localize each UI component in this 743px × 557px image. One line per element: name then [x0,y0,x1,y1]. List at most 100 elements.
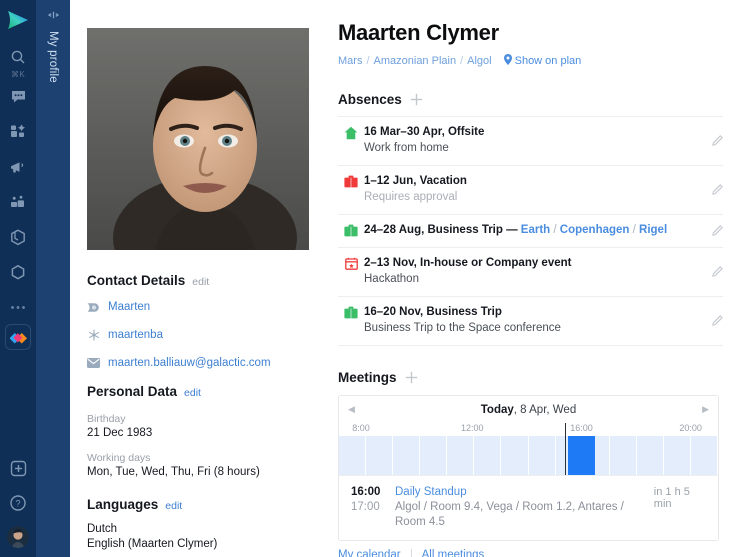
briefcase-icon [338,223,364,237]
app-logo-icon[interactable] [6,9,30,31]
personal-data-edit-link[interactable]: edit [184,387,201,399]
pencil-icon[interactable] [701,315,723,326]
left-nav-rail: ⌘K ? [0,0,36,557]
personal-data-heading: Personal Data edit [87,384,322,399]
timeline-cell[interactable] [691,436,718,475]
calendar-links: My calendar All meetings [338,549,723,557]
table-row[interactable]: 24–28 Aug, Business Trip — Earth / Copen… [338,215,723,248]
meetings-title: Meetings [338,370,397,385]
contact-details-edit-link[interactable]: edit [192,276,209,288]
drag-handle-icon[interactable] [46,6,61,24]
contact-details-title: Contact Details [87,273,186,288]
tick-label: 8:00 [352,423,370,433]
meeting-end-time: 17:00 [351,501,380,513]
pencil-icon[interactable] [701,184,723,195]
pencil-icon[interactable] [701,225,723,236]
timeline-event-block[interactable] [567,436,596,475]
more-dots-icon[interactable] [6,295,30,319]
contact-row[interactable]: maartenba [87,328,322,342]
add-meeting-button[interactable] [405,371,418,384]
show-on-plan-link[interactable]: Show on plan [503,54,582,68]
timeline-cell[interactable] [393,436,421,475]
breadcrumb-separator: / [366,55,370,67]
package-box-icon[interactable] [6,225,30,249]
contact-value[interactable]: maartenba [108,329,163,341]
timeline-cell[interactable] [447,436,475,475]
absence-subtitle: Work from home [364,142,449,154]
add-absence-button[interactable] [410,93,423,106]
timeline-cell[interactable] [501,436,529,475]
team-people-icon[interactable] [6,190,30,214]
contact-details-heading: Contact Details edit [87,273,322,288]
breadcrumb-item-algol[interactable]: Algol [467,55,491,67]
breadcrumb-item-amazonian-plain[interactable]: Amazonian Plain [374,55,457,67]
chat-bubble-icon[interactable] [6,85,30,109]
meeting-list-item[interactable]: 16:00 17:00 Daily Standup Algol / Room 9… [339,475,718,540]
avatar[interactable] [7,526,29,548]
tick-label: 16:00 [570,423,593,433]
tab-label-my-profile: My profile [47,31,59,83]
app-tile-icon[interactable] [5,324,31,350]
meeting-title-link[interactable]: Daily Standup [395,485,654,500]
search-shortcut-label: ⌘K [11,70,25,79]
absence-link-earth[interactable]: Earth [521,224,550,236]
timeline-cell[interactable] [366,436,394,475]
profile-tab-strip[interactable]: My profile [36,0,70,557]
birthday-label: Birthday [87,413,126,425]
briefcase-icon [338,305,364,319]
timeline-grid[interactable] [339,423,718,475]
contact-row[interactable]: Maarten [87,300,322,314]
contact-rows: Maarten maartenba maarten.balliauw@galac… [87,300,322,370]
working-days-field: Working days Mon, Tue, Wed, Thu, Fri (8 … [87,452,322,478]
language-item: English (Maarten Clymer) [87,538,218,550]
pencil-icon[interactable] [701,135,723,146]
timeline-cell[interactable] [474,436,502,475]
prev-arrow-icon[interactable]: ◀ [348,404,355,415]
working-days-label: Working days [87,452,151,464]
house-icon [338,125,364,140]
absence-subtitle: Requires approval [364,191,458,203]
languages-title: Languages [87,497,159,512]
contact-value[interactable]: Maarten [108,301,150,313]
megaphone-icon[interactable] [6,155,30,179]
my-calendar-link[interactable]: My calendar [338,549,401,557]
meetings-card: ◀ Today, 8 Apr, Wed ▶ 8:00 12:00 16:00 2… [338,395,719,541]
apps-grid-icon[interactable] [6,120,30,144]
date-label: , 8 Apr, Wed [513,403,577,416]
absence-link-copenhagen[interactable]: Copenhagen [560,224,630,236]
mail-icon [87,357,100,370]
table-row[interactable]: 2–13 Nov, In-house or Company event Hack… [338,248,723,297]
contact-row[interactable]: maarten.balliauw@galactic.com [87,356,322,370]
hexagon-icon[interactable] [6,260,30,284]
calendar-icon [338,256,364,270]
pencil-icon[interactable] [701,266,723,277]
absences-list: 16 Mar–30 Apr, Offsite Work from home 1–… [338,116,723,346]
next-arrow-icon[interactable]: ▶ [702,404,709,415]
languages-edit-link[interactable]: edit [165,500,182,512]
absence-subtitle: Business Trip to the Space conference [364,322,561,334]
meetings-heading: Meetings [338,370,723,385]
table-row[interactable]: 16 Mar–30 Apr, Offsite Work from home [338,117,723,166]
show-on-plan-label: Show on plan [514,55,582,67]
table-row[interactable]: 1–12 Jun, Vacation Requires approval [338,166,723,215]
help-circle-icon[interactable]: ? [6,491,30,515]
languages-heading: Languages edit [87,497,322,512]
plus-square-icon[interactable] [6,456,30,480]
timeline-cell[interactable] [664,436,692,475]
timeline-cell[interactable] [339,436,367,475]
table-row[interactable]: 16–20 Nov, Business Trip Business Trip t… [338,297,723,346]
timeline-cell[interactable] [637,436,664,475]
current-time-marker [564,423,566,475]
timeline-cell[interactable] [420,436,448,475]
tick-label: 12:00 [461,423,484,433]
snowflake-icon [87,329,100,342]
search-icon[interactable] [6,45,30,69]
all-meetings-link[interactable]: All meetings [422,549,485,557]
working-days-value: Mon, Tue, Wed, Thu, Fri (8 hours) [87,466,260,478]
contact-value[interactable]: maarten.balliauw@galactic.com [108,357,271,369]
timeline-cell[interactable] [610,436,637,475]
day-timeline[interactable]: 8:00 12:00 16:00 20:00 [339,423,718,475]
absence-link-rigel[interactable]: Rigel [639,224,667,236]
breadcrumb-item-mars[interactable]: Mars [338,55,362,67]
timeline-cell[interactable] [529,436,556,475]
